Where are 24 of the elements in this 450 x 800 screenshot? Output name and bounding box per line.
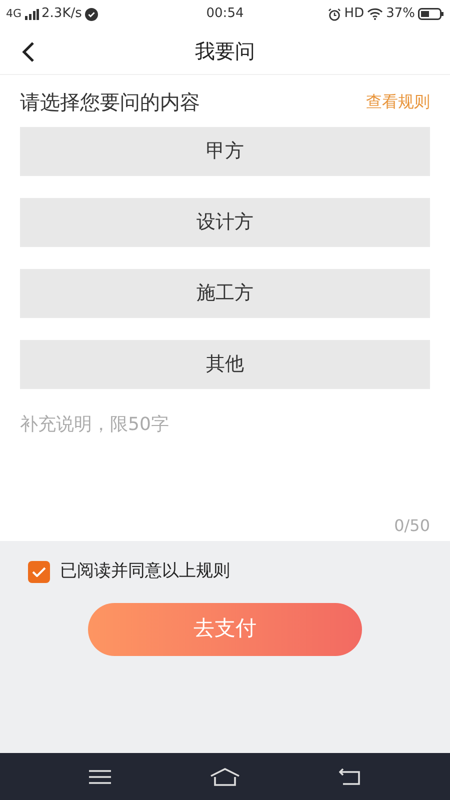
battery-percent: 37% [386, 5, 415, 24]
network-speed: 2.3K/s [42, 5, 82, 24]
network-type: 4G [6, 6, 22, 22]
option-button[interactable]: 施工方 [20, 269, 430, 318]
agreement-label: 已阅读并同意以上规则 [60, 560, 230, 583]
option-button[interactable]: 其他 [20, 340, 430, 389]
wifi-icon [367, 8, 384, 20]
character-counter: 0/50 [394, 515, 430, 537]
menu-icon[interactable] [89, 768, 112, 784]
page-title: 我要问 [195, 38, 255, 65]
checkmark-icon [32, 566, 46, 577]
hd-label: HD [344, 5, 364, 24]
check-circle-icon [84, 8, 98, 20]
option-button[interactable]: 甲方 [20, 127, 430, 176]
option-button[interactable]: 设计方 [20, 198, 430, 247]
signal-icon [24, 8, 39, 20]
note-field[interactable]: 补充说明，限50字 [20, 411, 430, 511]
section-title: 请选择您要问的内容 [20, 89, 200, 116]
alarm-icon [328, 8, 342, 20]
clock-time: 00:54 [206, 5, 244, 24]
back-icon[interactable] [338, 768, 361, 786]
battery-icon [418, 8, 444, 20]
agree-checkbox[interactable] [28, 560, 50, 583]
home-icon[interactable] [210, 768, 240, 786]
